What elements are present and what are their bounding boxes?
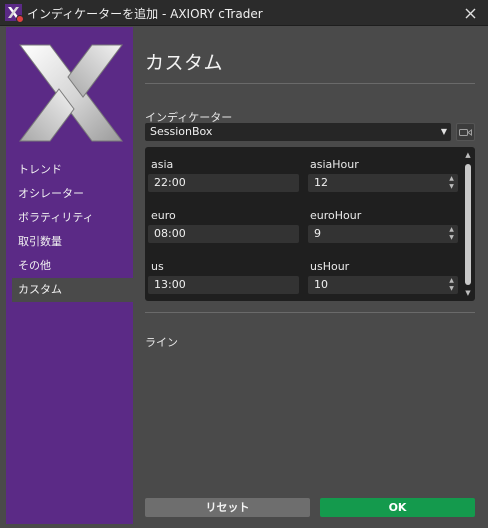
camera-icon <box>459 128 472 136</box>
spin-up-icon[interactable]: ▲ <box>449 278 454 284</box>
ok-button[interactable]: OK <box>320 498 475 517</box>
close-button[interactable] <box>460 3 480 23</box>
euro-hour-value: 9 <box>314 227 321 240</box>
us-hour-value: 10 <box>314 278 328 291</box>
sidebar-item-oscillator[interactable]: オシレーター <box>12 182 133 206</box>
spin-down-icon[interactable]: ▼ <box>449 184 454 190</box>
sidebar-item-custom[interactable]: カスタム <box>12 278 133 302</box>
euro-input[interactable]: 08:00 <box>148 225 299 243</box>
us-input[interactable]: 13:00 <box>148 276 299 294</box>
param-label-asia: asia <box>151 158 174 171</box>
asia-hour-stepper[interactable]: 12 ▲ ▼ <box>308 174 458 192</box>
category-list: トレンド オシレーター ボラティリティ 取引数量 その他 カスタム <box>12 158 133 302</box>
lines-label: ライン <box>145 336 178 349</box>
us-hour-stepper[interactable]: 10 ▲ ▼ <box>308 276 458 294</box>
spin-down-icon[interactable]: ▼ <box>449 286 454 292</box>
euro-hour-spin: ▲ ▼ <box>448 227 455 241</box>
sidebar-item-trend[interactable]: トレンド <box>12 158 133 182</box>
window-title: インディケーターを追加 - AXIORY cTrader <box>27 7 263 21</box>
main-content: カスタム インディケーター SessionBox ▼ asia 22:00 as… <box>145 27 475 524</box>
camera-button[interactable] <box>456 123 475 141</box>
indicator-select-value: SessionBox <box>150 125 213 138</box>
us-hour-spin: ▲ ▼ <box>448 278 455 292</box>
axiory-logo-icon <box>19 44 123 142</box>
page-title: カスタム <box>145 52 224 74</box>
scroll-down-icon[interactable]: ▼ <box>464 289 472 297</box>
title-divider <box>145 83 475 84</box>
asia-hour-value: 12 <box>314 176 328 189</box>
axiory-x-icon <box>5 4 24 23</box>
asia-input[interactable]: 22:00 <box>148 174 299 192</box>
param-label-euro: euro <box>151 209 176 222</box>
close-icon <box>465 8 475 18</box>
indicator-select[interactable]: SessionBox ▼ <box>145 123 451 141</box>
euro-hour-stepper[interactable]: 9 ▲ ▼ <box>308 225 458 243</box>
param-label-asia-hour: asiaHour <box>310 158 359 171</box>
title-bar: インディケーターを追加 - AXIORY cTrader <box>0 0 488 26</box>
scroll-up-icon[interactable]: ▲ <box>464 151 472 159</box>
parameters-panel: asia 22:00 asiaHour 12 ▲ ▼ euro 08:00 eu… <box>145 147 475 301</box>
spin-up-icon[interactable]: ▲ <box>449 227 454 233</box>
param-label-euro-hour: euroHour <box>310 209 362 222</box>
scroll-thumb[interactable] <box>465 164 471 285</box>
param-label-us: us <box>151 260 164 273</box>
param-label-us-hour: usHour <box>310 260 350 273</box>
notification-dot-icon <box>16 15 24 23</box>
asia-hour-spin: ▲ ▼ <box>448 176 455 190</box>
spin-up-icon[interactable]: ▲ <box>449 176 454 182</box>
params-divider <box>145 312 475 313</box>
reset-button[interactable]: リセット <box>145 498 310 517</box>
sidebar: トレンド オシレーター ボラティリティ 取引数量 その他 カスタム <box>6 27 133 524</box>
sidebar-item-volume[interactable]: 取引数量 <box>12 230 133 254</box>
sidebar-item-volatility[interactable]: ボラティリティ <box>12 206 133 230</box>
spin-down-icon[interactable]: ▼ <box>449 235 454 241</box>
params-scrollbar[interactable]: ▲ ▼ <box>464 151 472 297</box>
sidebar-item-other[interactable]: その他 <box>12 254 133 278</box>
chevron-down-icon: ▼ <box>440 127 447 136</box>
